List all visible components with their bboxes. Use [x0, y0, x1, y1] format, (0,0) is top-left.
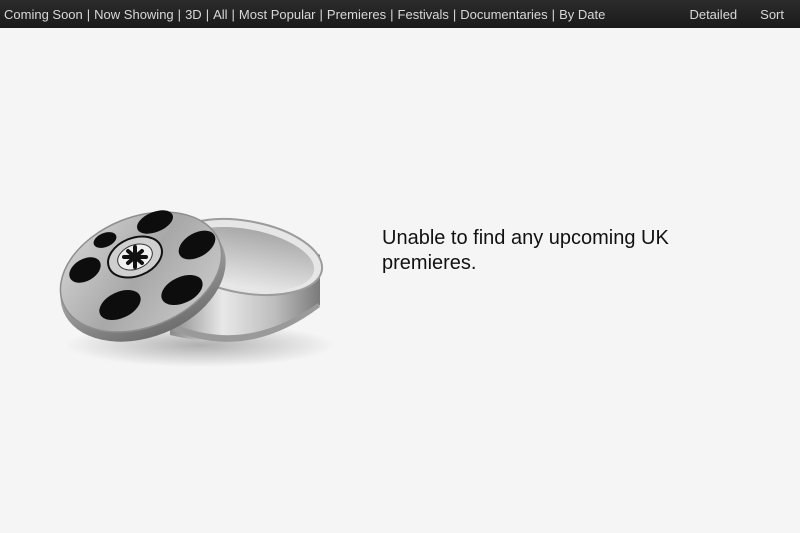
nav-all[interactable]: All	[213, 7, 227, 22]
nav-most-popular[interactable]: Most Popular	[239, 7, 316, 22]
nav-now-showing[interactable]: Now Showing	[94, 7, 174, 22]
nav-premieres[interactable]: Premieres	[327, 7, 386, 22]
nav-separator: |	[551, 6, 556, 22]
nav-by-date[interactable]: By Date	[559, 7, 605, 22]
nav-documentaries[interactable]: Documentaries	[460, 7, 547, 22]
empty-state-message: Unable to find any upcoming UK premieres…	[382, 227, 669, 274]
nav-separator: |	[452, 6, 457, 22]
nav-separator: |	[231, 6, 235, 22]
nav-separator: |	[205, 6, 210, 22]
nav-separator: |	[86, 6, 91, 22]
nav-coming-soon[interactable]: Coming Soon	[4, 7, 83, 22]
nav-3d[interactable]: 3D	[185, 7, 202, 22]
nav-separator: |	[177, 6, 182, 22]
sort-button[interactable]: Sort	[760, 7, 784, 22]
nav-festivals[interactable]: Festivals	[398, 7, 449, 22]
top-nav-bar: Coming Soon | Now Showing | 3D | All | M…	[0, 0, 800, 28]
nav-separator: |	[390, 6, 394, 22]
view-actions: Detailed Sort	[666, 0, 784, 28]
category-nav: Coming Soon | Now Showing | 3D | All | M…	[4, 7, 605, 22]
detailed-button[interactable]: Detailed	[689, 7, 737, 22]
nav-separator: |	[319, 6, 323, 22]
film-reel-canister-icon	[50, 195, 340, 370]
